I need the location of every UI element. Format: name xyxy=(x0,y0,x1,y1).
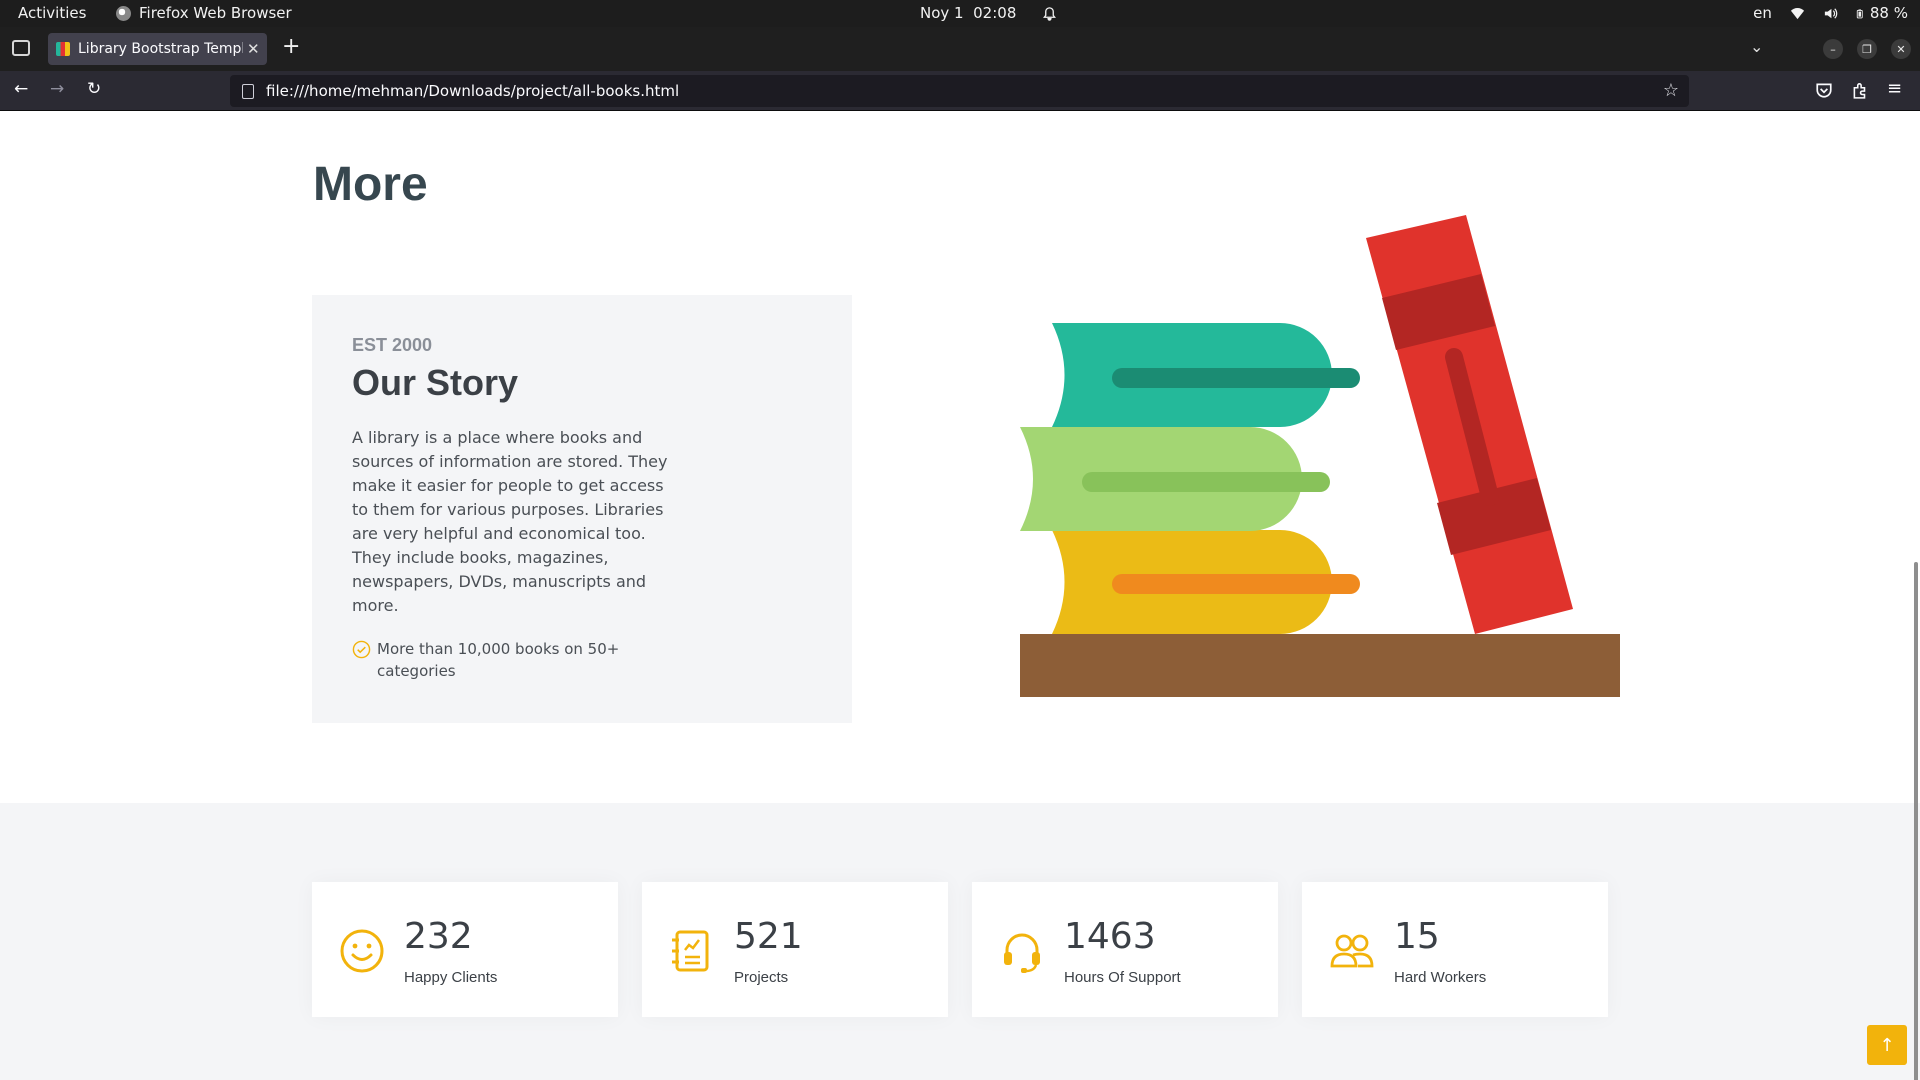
story-text: A library is a place where books and sou… xyxy=(352,428,668,615)
stat-card-hard-workers: 15 Hard Workers xyxy=(1302,882,1608,1017)
close-window-icon[interactable]: ✕ xyxy=(1891,39,1911,59)
stat-card-projects: 521 Projects xyxy=(642,882,948,1017)
stat-value: 1463 xyxy=(1064,916,1156,957)
story-title: Our Story xyxy=(352,362,519,403)
stat-label: Hard Workers xyxy=(1394,969,1487,986)
url-text[interactable]: file:///home/mehman/Downloads/project/al… xyxy=(266,82,679,100)
story-eyebrow: EST 2000 xyxy=(352,335,433,355)
battery-icon xyxy=(1856,8,1863,18)
stat-value: 15 xyxy=(1394,916,1440,957)
activities-button[interactable]: Activities xyxy=(18,4,86,22)
new-tab-icon[interactable]: + xyxy=(282,36,300,58)
navigation-toolbar: ← → ↻ file:///home/mehman/Downloads/proj… xyxy=(0,71,1920,111)
check-circle-icon xyxy=(352,640,371,659)
tab-strip: Library Bootstrap Templ ✕ + ⌄ – ❐ ✕ xyxy=(0,27,1920,71)
clock-text: Noy 1 02:08 xyxy=(920,4,1017,22)
reload-icon[interactable]: ↻ xyxy=(87,79,101,99)
story-feature-text: More than 10,000 books on 50+ categories xyxy=(377,640,620,680)
clock[interactable]: Noy 1 02:08 xyxy=(920,4,1057,22)
app-name: Firefox Web Browser xyxy=(139,4,292,22)
stat-card-happy-clients: 232 Happy Clients xyxy=(312,882,618,1017)
tab-title: Library Bootstrap Templ xyxy=(78,41,243,57)
battery-indicator: 88 % xyxy=(1856,4,1908,22)
stat-label: Projects xyxy=(734,969,789,986)
minimize-icon[interactable]: – xyxy=(1823,39,1843,59)
forward-arrow-icon[interactable]: → xyxy=(50,79,64,99)
system-status-area[interactable]: en 88 % xyxy=(1753,4,1908,22)
stat-label: Hours Of Support xyxy=(1064,969,1181,986)
bookmark-star-icon[interactable]: ☆ xyxy=(1663,80,1679,101)
section-heading: More xyxy=(313,158,428,211)
extensions-icon[interactable] xyxy=(1851,81,1869,99)
app-menu[interactable]: Firefox Web Browser xyxy=(116,4,292,22)
menu-icon[interactable]: ≡ xyxy=(1887,78,1902,99)
stat-label: Happy Clients xyxy=(404,969,498,986)
restore-icon[interactable]: ❐ xyxy=(1857,39,1877,59)
tab-library-bootstrap[interactable]: Library Bootstrap Templ ✕ xyxy=(48,33,267,65)
arrow-up-icon: ↑ xyxy=(1879,1034,1895,1056)
pocket-icon[interactable] xyxy=(1815,81,1833,99)
firefox-view-icon[interactable] xyxy=(12,40,30,56)
bell-icon xyxy=(1043,6,1057,21)
stats-section: 232 Happy Clients 521 Projects 1463 Hour… xyxy=(0,803,1920,1080)
wifi-icon xyxy=(1790,7,1804,19)
favicon-icon xyxy=(56,42,70,56)
stat-value: 521 xyxy=(734,916,803,957)
journal-icon xyxy=(672,930,709,972)
back-arrow-icon[interactable]: ← xyxy=(14,79,28,99)
list-all-tabs-icon[interactable]: ⌄ xyxy=(1750,37,1763,56)
web-page: More EST 2000 Our Story A library is a p… xyxy=(0,112,1920,1080)
stat-card-hours-support: 1463 Hours Of Support xyxy=(972,882,1278,1017)
page-icon xyxy=(242,83,254,99)
headset-icon xyxy=(1004,933,1040,973)
system-top-bar: Activities Firefox Web Browser Noy 1 02:… xyxy=(0,0,1920,27)
story-feature: More than 10,000 books on 50+ categories xyxy=(352,638,642,682)
volume-icon xyxy=(1824,7,1838,19)
stat-value: 232 xyxy=(404,916,473,957)
page-scrollbar[interactable] xyxy=(1914,562,1918,1080)
smile-icon xyxy=(340,929,384,973)
back-to-top-button[interactable]: ↑ xyxy=(1867,1025,1907,1065)
firefox-icon xyxy=(116,5,131,21)
people-icon xyxy=(1330,934,1374,968)
tab-close-icon[interactable]: ✕ xyxy=(247,40,260,58)
books-illustration xyxy=(1020,215,1620,697)
battery-percent: 88 % xyxy=(1869,4,1908,22)
language-indicator[interactable]: en xyxy=(1753,4,1772,22)
address-bar[interactable]: file:///home/mehman/Downloads/project/al… xyxy=(230,75,1689,107)
our-story-card: EST 2000 Our Story A library is a place … xyxy=(312,295,852,723)
